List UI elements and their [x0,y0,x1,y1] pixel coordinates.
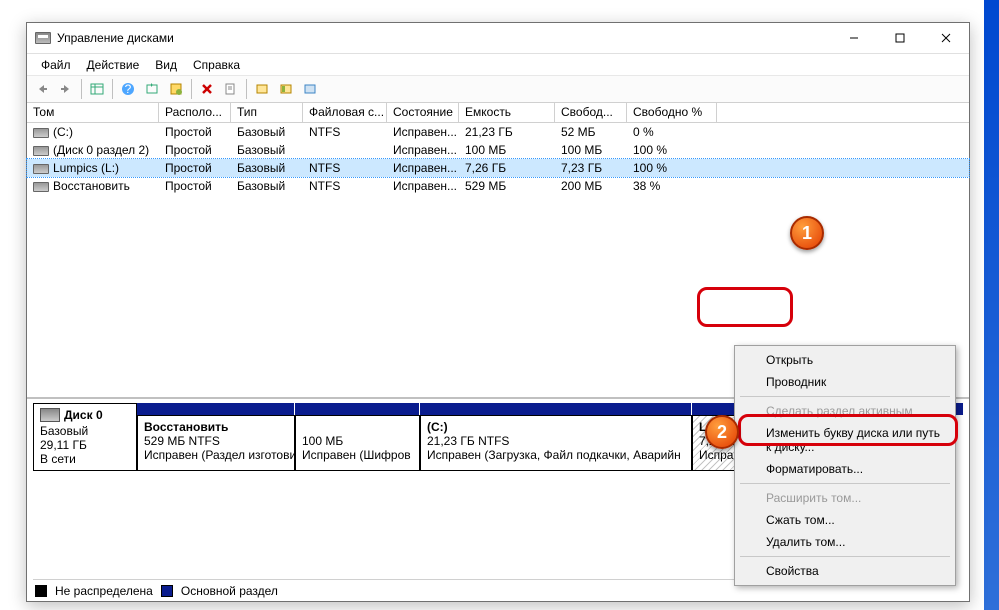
tool-icon-3[interactable] [299,78,321,100]
volume-row[interactable]: (C:)ПростойБазовыйNTFSИсправен...21,23 Г… [27,123,969,141]
disk-icon [40,408,60,422]
disk-type: Базовый [40,424,130,438]
properties-icon[interactable] [220,78,242,100]
drive-icon [33,182,49,192]
disk-size: 29,11 ГБ [40,438,130,452]
legend-unallocated-icon [35,585,47,597]
disk-label: Диск 0 [64,408,103,422]
menubar: Файл Действие Вид Справка [27,53,969,75]
volume-row[interactable]: (Диск 0 раздел 2)ПростойБазовыйИсправен.… [27,141,969,159]
col-capacity[interactable]: Емкость [459,103,555,122]
col-layout[interactable]: Располо... [159,103,231,122]
close-button[interactable] [923,23,969,53]
legend-unallocated-label: Не распределена [55,584,153,598]
column-headers: Том Располо... Тип Файловая с... Состоян… [27,103,969,123]
minimize-button[interactable] [831,23,877,53]
partition-unnamed[interactable]: 100 МБИсправен (Шифров [295,415,420,471]
col-status[interactable]: Состояние [387,103,459,122]
marker-2: 2 [705,415,739,449]
menu-view[interactable]: Вид [147,56,185,74]
menu-action[interactable]: Действие [79,56,148,74]
disk-header[interactable]: Диск 0 Базовый 29,11 ГБ В сети [33,403,137,471]
ctx-delete[interactable]: Удалить том... [738,531,952,553]
volume-row[interactable]: Lumpics (L:)ПростойБазовыйNTFSИсправен..… [27,159,969,177]
col-freepct[interactable]: Свободно % [627,103,717,122]
refresh-icon[interactable] [141,78,163,100]
context-menu: Открыть Проводник Сделать раздел активны… [734,345,956,586]
ctx-format[interactable]: Форматировать... [738,458,952,480]
col-free[interactable]: Свобод... [555,103,627,122]
partition-Восстановить[interactable]: Восстановить529 МБ NTFSИсправен (Раздел … [137,415,295,471]
volume-row[interactable]: ВосстановитьПростойБазовыйNTFSИсправен..… [27,177,969,195]
volume-list: (C:)ПростойБазовыйNTFSИсправен...21,23 Г… [27,123,969,195]
ctx-extend: Расширить том... [738,487,952,509]
back-button[interactable] [31,78,53,100]
ctx-props[interactable]: Свойства [738,560,952,582]
drive-icon [33,164,49,174]
legend-primary-label: Основной раздел [181,584,278,598]
titlebar: Управление дисками [27,23,969,53]
highlight-menuitem [738,414,958,446]
forward-button[interactable] [55,78,77,100]
help-icon[interactable]: ? [117,78,139,100]
col-type[interactable]: Тип [231,103,303,122]
tool-icon-2[interactable] [275,78,297,100]
settings-icon[interactable] [165,78,187,100]
ctx-shrink[interactable]: Сжать том... [738,509,952,531]
disk-status: В сети [40,452,130,466]
col-fs[interactable]: Файловая с... [303,103,387,122]
table-view-icon[interactable] [86,78,108,100]
highlight-partition [697,287,793,327]
maximize-button[interactable] [877,23,923,53]
menu-help[interactable]: Справка [185,56,248,74]
col-volume[interactable]: Том [27,103,159,122]
legend-primary-icon [161,585,173,597]
window-title: Управление дисками [57,31,174,45]
drive-icon [33,128,49,138]
ctx-open[interactable]: Открыть [738,349,952,371]
svg-text:?: ? [125,82,132,96]
partition-(C:)[interactable]: (C:)21,23 ГБ NTFSИсправен (Загрузка, Фай… [420,415,692,471]
delete-icon[interactable] [196,78,218,100]
ctx-explorer[interactable]: Проводник [738,371,952,393]
menu-file[interactable]: Файл [33,56,79,74]
toolbar: ? [27,75,969,103]
tool-icon-1[interactable] [251,78,273,100]
drive-icon [33,146,49,156]
marker-1: 1 [790,216,824,250]
app-icon [35,32,51,44]
